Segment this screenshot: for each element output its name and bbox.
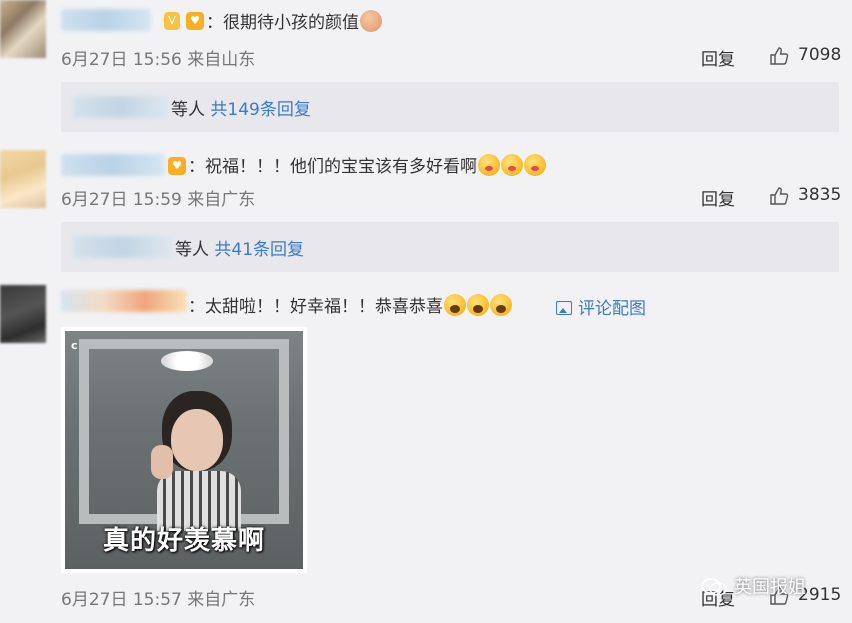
username-blurred[interactable]	[61, 9, 151, 31]
picture-icon	[556, 301, 572, 315]
comment-text: ：很期待小孩的颜值	[206, 10, 382, 35]
verified-badge-icon: V	[164, 12, 180, 30]
reply-button[interactable]: 回复	[701, 185, 735, 210]
reply-summary-text: 等人 共149条回复	[171, 100, 311, 120]
image-caption: 真的好羡慕啊	[102, 526, 265, 556]
like-count: 3835	[798, 185, 842, 205]
avatar[interactable]	[0, 150, 46, 208]
wechat-icon	[701, 578, 727, 596]
like-count: 7098	[798, 45, 842, 65]
comment-text: ：太甜啦！！好幸福！！恭喜恭喜	[188, 294, 512, 319]
kiss-emoji-icon	[501, 154, 523, 176]
kiss-emoji-icon	[524, 154, 546, 176]
username-blurred[interactable]	[61, 154, 165, 176]
username-blurred[interactable]	[61, 290, 187, 312]
watermark: 英国报姐	[700, 573, 806, 599]
fan-badge-icon: ♥	[186, 12, 204, 30]
reply-summary[interactable]: 等人 共41条回复	[61, 222, 839, 272]
emoji-icon	[360, 10, 382, 32]
scream-emoji-icon	[490, 294, 512, 316]
comment-meta: 6月27日 15:56 来自山东	[61, 50, 256, 70]
thumbs-up-icon[interactable]	[769, 46, 789, 66]
reply-summary[interactable]: 等人 共149条回复	[61, 82, 839, 132]
reply-button[interactable]: 回复	[701, 45, 735, 70]
child-hand	[151, 445, 173, 479]
view-replies-link[interactable]: 共149条回复	[210, 100, 310, 120]
reply-users-blurred	[73, 236, 173, 258]
ceiling-lamp	[161, 351, 213, 371]
comment-image-link[interactable]: 评论配图	[556, 294, 646, 319]
child-face	[171, 409, 223, 471]
comment-text: ：祝福！！！他们的宝宝该有多好看啊	[188, 154, 546, 179]
meme-image: c 真的好羡慕啊	[65, 331, 303, 569]
avatar[interactable]	[0, 285, 46, 343]
view-replies-link[interactable]: 共41条回复	[214, 240, 304, 260]
fan-badge-icon: ♥	[168, 157, 186, 175]
reply-users-blurred	[73, 96, 169, 118]
scream-emoji-icon	[444, 294, 466, 316]
image-corner-logo: c	[71, 339, 78, 352]
avatar[interactable]	[0, 0, 46, 58]
kiss-emoji-icon	[478, 154, 500, 176]
comment-meta: 6月27日 15:57 来自广东	[61, 590, 256, 610]
comment-image[interactable]: c 真的好羡慕啊	[61, 327, 307, 573]
reply-summary-text: 等人 共41条回复	[175, 240, 305, 260]
thumbs-up-icon[interactable]	[769, 186, 789, 206]
comment-meta: 6月27日 15:59 来自广东	[61, 190, 256, 210]
scream-emoji-icon	[467, 294, 489, 316]
